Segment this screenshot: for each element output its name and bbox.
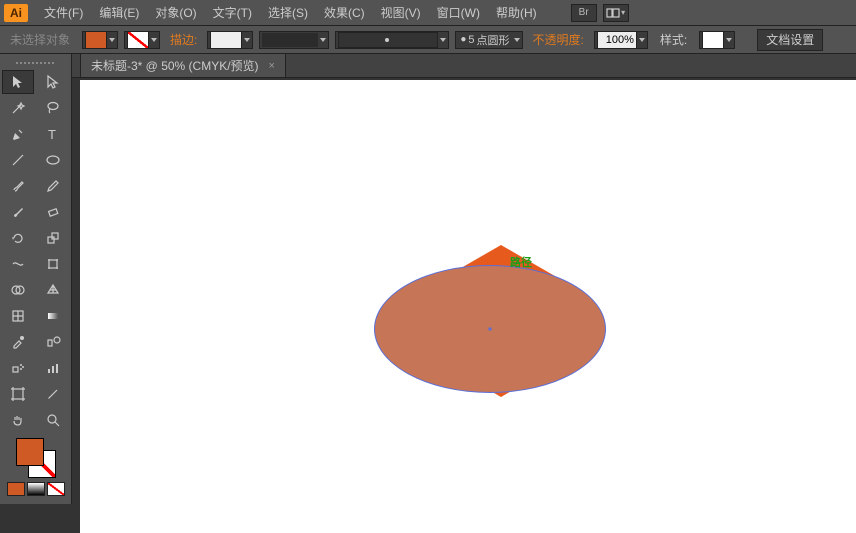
menu-window[interactable]: 窗口(W) (429, 1, 488, 25)
tool-zoom[interactable] (37, 408, 69, 432)
gradient-mode[interactable] (27, 482, 45, 496)
toolbox-grip[interactable] (2, 58, 69, 68)
tool-column-graph[interactable] (37, 356, 69, 380)
menu-bar: Ai 文件(F) 编辑(E) 对象(O) 文字(T) 选择(S) 效果(C) 视… (0, 0, 856, 26)
menu-help[interactable]: 帮助(H) (488, 1, 545, 25)
none-mode[interactable] (47, 482, 65, 496)
tool-symbol-sprayer[interactable] (2, 356, 34, 380)
canvas[interactable]: 路径 (80, 80, 856, 533)
stroke-weight-input[interactable] (210, 31, 242, 49)
bridge-button[interactable]: Br (571, 4, 597, 22)
brush-dot-icon (385, 38, 389, 42)
style-dropdown[interactable] (699, 31, 735, 49)
style-label: 样式: (654, 31, 693, 48)
varwidth-dropdown[interactable] (259, 31, 329, 49)
stroke-weight-dropdown[interactable] (207, 31, 253, 49)
fill-stroke-control[interactable] (2, 438, 69, 496)
toolbox: T (0, 54, 72, 504)
document-tab-title: 未标题-3* @ 50% (CMYK/预览) (91, 57, 259, 74)
fill-swatch[interactable] (82, 31, 118, 49)
fill-swatch-box[interactable] (16, 438, 44, 466)
tool-width[interactable] (2, 252, 34, 276)
tool-ellipse[interactable] (37, 148, 69, 172)
menu-select[interactable]: 选择(S) (260, 1, 316, 25)
tool-line[interactable] (2, 148, 34, 172)
close-tab-icon[interactable]: × (269, 60, 275, 72)
tool-pencil[interactable] (37, 174, 69, 198)
opacity-label: 不透明度: (529, 31, 588, 48)
tool-mesh[interactable] (2, 304, 34, 328)
brush-def-dropdown[interactable]: ● 5 点圆形 (455, 31, 522, 49)
tool-direct-selection[interactable] (37, 70, 69, 94)
tool-rotate[interactable] (2, 226, 34, 250)
menu-effect[interactable]: 效果(C) (316, 1, 373, 25)
tool-slice[interactable] (37, 382, 69, 406)
tool-perspective-grid[interactable] (37, 278, 69, 302)
opacity-input[interactable] (597, 31, 637, 49)
tool-type[interactable]: T (37, 122, 69, 146)
stroke-swatch[interactable] (124, 31, 160, 49)
tool-free-transform[interactable] (37, 252, 69, 276)
tool-gradient[interactable] (37, 304, 69, 328)
menu-type[interactable]: 文字(T) (205, 1, 260, 25)
menu-object[interactable]: 对象(O) (147, 1, 204, 25)
brush-dropdown[interactable] (335, 31, 449, 49)
tool-pen[interactable] (2, 122, 34, 146)
tool-blend[interactable] (37, 330, 69, 354)
tool-shape-builder[interactable] (2, 278, 34, 302)
document-tab[interactable]: 未标题-3* @ 50% (CMYK/预览) × (80, 53, 286, 77)
document-setup-button[interactable]: 文档设置 (757, 29, 823, 51)
selection-indicator: 未选择对象 (4, 31, 76, 48)
tool-eraser[interactable] (37, 200, 69, 224)
workspace-switcher[interactable]: ▾ (603, 4, 629, 22)
opacity-dropdown[interactable] (594, 31, 648, 49)
tool-artboard[interactable] (2, 382, 34, 406)
stroke-label: 描边: (166, 31, 201, 48)
tool-lasso[interactable] (37, 96, 69, 120)
color-mode[interactable] (7, 482, 25, 496)
menu-view[interactable]: 视图(V) (373, 1, 429, 25)
document-tabs: 未标题-3* @ 50% (CMYK/预览) × (0, 54, 856, 78)
control-bar: 未选择对象 描边: ● 5 点圆形 不透明度: 样式: 文档设置 (0, 26, 856, 54)
tool-blob-brush[interactable] (2, 200, 34, 224)
tool-selection[interactable] (2, 70, 34, 94)
path-label: 路径 (510, 254, 532, 270)
tool-eyedropper[interactable] (2, 330, 34, 354)
menu-edit[interactable]: 编辑(E) (91, 1, 147, 25)
tool-paintbrush[interactable] (2, 174, 34, 198)
shape-ellipse[interactable] (374, 265, 606, 393)
tool-scale[interactable] (37, 226, 69, 250)
menu-file[interactable]: 文件(F) (36, 1, 91, 25)
tool-hand[interactable] (2, 408, 34, 432)
app-logo: Ai (4, 4, 28, 22)
tool-magic-wand[interactable] (2, 96, 34, 120)
svg-text:T: T (48, 127, 56, 142)
